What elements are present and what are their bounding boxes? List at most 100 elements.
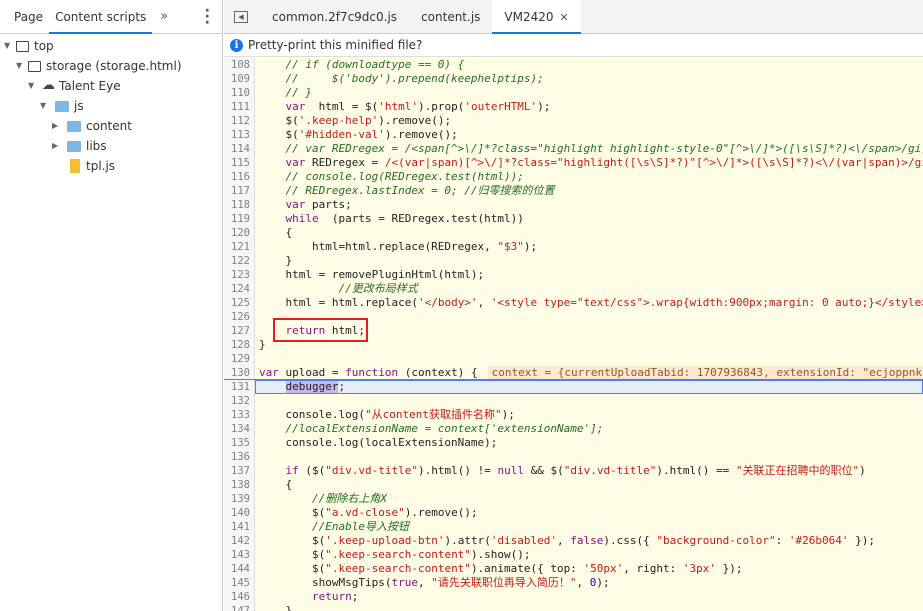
- code-token: var: [259, 198, 306, 211]
- code-token: '3px': [682, 562, 717, 575]
- navigator-tabs: Page Content scripts » · · ·: [0, 0, 222, 34]
- line-number[interactable]: 131: [224, 380, 255, 394]
- tab-content-scripts[interactable]: Content scripts: [49, 0, 153, 34]
- code-line: 129: [224, 352, 923, 366]
- toggle-navigator-icon[interactable]: ◀: [234, 10, 248, 23]
- code-token: html = removePluginHtml(html);: [259, 268, 485, 281]
- code-token: 'html': [378, 100, 418, 113]
- tab-content-js[interactable]: content.js: [409, 0, 492, 34]
- more-tabs-icon[interactable]: »: [160, 9, 168, 24]
- line-number[interactable]: 140: [224, 506, 255, 520]
- line-number[interactable]: 130: [224, 366, 255, 379]
- line-number[interactable]: 144: [224, 562, 255, 576]
- code-line: 147 }: [224, 604, 923, 611]
- code-text: $(".keep-search-content").animate({ top:…: [255, 562, 743, 576]
- code-line: 130 var upload = function (context) {cont…: [224, 366, 923, 380]
- expand-arrow-icon[interactable]: ▼: [16, 56, 26, 76]
- line-number[interactable]: 136: [224, 450, 255, 464]
- frame-icon: [28, 60, 41, 72]
- tree-item[interactable]: ▼ js: [0, 96, 222, 116]
- line-number[interactable]: 133: [224, 408, 255, 422]
- line-number[interactable]: 143: [224, 548, 255, 562]
- code-line: 124 //更改布局样式: [224, 282, 923, 296]
- pretty-print-infobar[interactable]: i Pretty-print this minified file?: [224, 34, 923, 57]
- code-token: $(: [259, 562, 326, 575]
- tab-page[interactable]: Page: [8, 0, 49, 34]
- line-number[interactable]: 114: [224, 142, 255, 156]
- tree-item[interactable]: ▼ storage (storage.html): [0, 56, 222, 76]
- code-text: console.log(localExtensionName);: [255, 436, 497, 450]
- close-icon[interactable]: ✕: [560, 11, 569, 24]
- code-token: "从content获取插件名称": [364, 408, 502, 421]
- kebab-menu-icon[interactable]: · · ·: [205, 4, 210, 30]
- code-token: );: [523, 240, 538, 253]
- current-execution-line: 131 debugger;: [224, 380, 923, 394]
- line-number[interactable]: 120: [224, 226, 255, 240]
- line-number[interactable]: 118: [224, 198, 255, 212]
- tree-item[interactable]: ▼ top: [0, 36, 222, 56]
- line-number[interactable]: 146: [224, 590, 255, 604]
- tab-vm2420[interactable]: VM2420 ✕: [492, 0, 581, 34]
- line-number[interactable]: 139: [224, 492, 255, 506]
- folder-icon: [55, 100, 69, 112]
- code-token: html = html.replace(: [259, 296, 418, 309]
- line-number[interactable]: 112: [224, 114, 255, 128]
- line-number[interactable]: 115: [224, 156, 255, 170]
- line-number[interactable]: 121: [224, 240, 255, 254]
- line-number[interactable]: 123: [224, 268, 255, 282]
- line-number[interactable]: 122: [224, 254, 255, 268]
- expand-arrow-icon[interactable]: ▼: [40, 96, 50, 116]
- line-number[interactable]: 116: [224, 170, 255, 184]
- expand-arrow-icon[interactable]: ▶: [52, 116, 62, 136]
- line-number[interactable]: 132: [224, 394, 255, 408]
- line-number[interactable]: 125: [224, 296, 255, 310]
- tree-item[interactable]: ▼ ☁ Talent Eye: [0, 76, 222, 96]
- expand-arrow-icon[interactable]: ▼: [4, 36, 14, 56]
- code-text: //删除右上角X: [255, 492, 387, 506]
- line-number[interactable]: 137: [224, 464, 255, 478]
- code-line: 132: [224, 394, 923, 408]
- line-number[interactable]: 127: [224, 324, 255, 338]
- expand-arrow-icon[interactable]: ▼: [28, 76, 38, 96]
- line-number[interactable]: 135: [224, 436, 255, 450]
- code-token: "请先关联职位再导入简历！": [431, 576, 577, 589]
- line-number[interactable]: 126: [224, 310, 255, 324]
- code-line: 122 }: [224, 254, 923, 268]
- line-number[interactable]: 111: [224, 100, 255, 114]
- line-number[interactable]: 108: [224, 58, 255, 72]
- code-token: ).prop(: [417, 100, 465, 113]
- code-token: while: [259, 212, 319, 225]
- code-line: 144 $(".keep-search-content").animate({ …: [224, 562, 923, 576]
- code-token: '50px': [583, 562, 624, 575]
- line-number[interactable]: 110: [224, 86, 255, 100]
- tree-item[interactable]: ▶ content: [0, 116, 222, 136]
- code-token: '<style type="text/css">.wrap{width:900p…: [490, 296, 923, 309]
- expand-arrow-icon[interactable]: ▶: [52, 136, 62, 156]
- line-number[interactable]: 128: [224, 338, 255, 352]
- line-number[interactable]: 134: [224, 422, 255, 436]
- line-number[interactable]: 129: [224, 352, 255, 366]
- tree-item[interactable]: ▶ libs: [0, 136, 222, 156]
- line-number[interactable]: 142: [224, 534, 255, 548]
- code-token: null: [497, 464, 524, 477]
- code-line: 137 if ($("div.vd-title").html() != null…: [224, 464, 923, 478]
- line-number[interactable]: 138: [224, 478, 255, 492]
- code-text: // }: [255, 86, 312, 100]
- code-text: // var REDregex = /<span[^>\/]*?class="h…: [255, 142, 923, 156]
- line-number[interactable]: 124: [224, 282, 255, 296]
- line-number[interactable]: 109: [224, 72, 255, 86]
- line-number[interactable]: 147: [224, 604, 255, 611]
- code-token: }: [259, 338, 266, 351]
- line-number[interactable]: 113: [224, 128, 255, 142]
- code-token: // if (downloadtype == 0) {: [259, 58, 465, 71]
- tab-common-js[interactable]: common.2f7c9dc0.js: [260, 0, 409, 34]
- line-number[interactable]: 145: [224, 576, 255, 590]
- code-token: }: [259, 254, 293, 267]
- line-number[interactable]: 141: [224, 520, 255, 534]
- code-token: ).show();: [470, 548, 531, 561]
- code-token: $(: [259, 128, 299, 141]
- code-token: ,: [557, 534, 571, 547]
- tree-item[interactable]: tpl.js: [0, 156, 222, 176]
- line-number[interactable]: 117: [224, 184, 255, 198]
- line-number[interactable]: 119: [224, 212, 255, 226]
